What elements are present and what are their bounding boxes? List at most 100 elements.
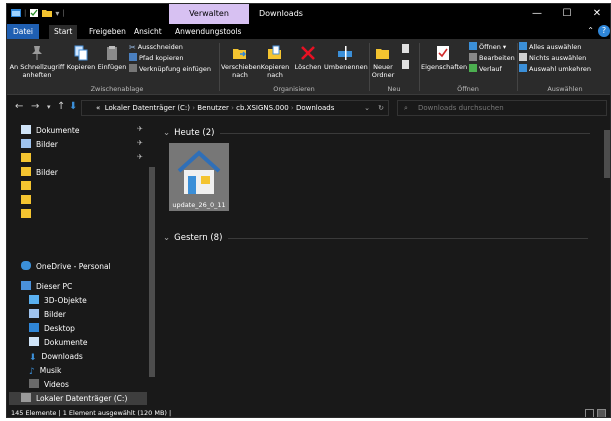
chevron-down-icon[interactable]: ⌄ [163,233,170,243]
search-placeholder: Downloads durchsuchen [418,104,504,112]
properties-icon[interactable] [29,8,39,18]
nav-item-local-disk[interactable]: Lokaler Datenträger (C:) [9,392,147,405]
nav-item-onedrive[interactable]: OneDrive - Personal [21,260,111,273]
nav-item-desktop[interactable]: Desktop [29,322,75,335]
select-all-button[interactable]: Alles auswählen [519,42,581,52]
recent-locations-icon[interactable]: ▾ [47,103,51,111]
nav-item-pictures-folder[interactable]: Bilder [21,166,58,179]
minimize-button[interactable]: — [522,4,552,24]
paste-shortcut-icon [129,64,137,72]
nav-item-folder[interactable] [21,180,36,193]
collapse-ribbon-icon[interactable]: ⌃ [587,26,594,35]
nav-item-documents[interactable]: Dokumente [21,124,79,137]
chevron-down-icon[interactable]: ⌄ [163,128,170,138]
nav-item-videos[interactable]: Videos [29,378,69,391]
breadcrumb-drive[interactable]: Lokaler Datenträger (C:) [105,104,190,112]
tab-view[interactable]: Ansicht [129,25,167,39]
breadcrumb-user[interactable]: cb.XSIGNS.000 [236,104,289,112]
nav-item-folder[interactable] [21,208,36,221]
nav-item-folder[interactable] [21,152,36,165]
pin-icon[interactable]: ✈ [137,125,143,133]
ribbon-separator [419,43,420,91]
maximize-button[interactable]: ☐ [552,4,582,24]
breadcrumb-downloads[interactable]: Downloads [296,104,334,112]
new-folder-button[interactable]: Neuer Ordner [371,45,395,79]
delete-button[interactable]: Löschen [294,45,322,71]
tab-share[interactable]: Freigeben [84,25,131,39]
select-all-icon [519,42,527,50]
scissors-icon: ✂ [129,43,136,52]
back-arrow-icon[interactable]: ← [15,101,23,112]
forward-arrow-icon[interactable]: → [31,101,39,112]
nav-item-pc-documents[interactable]: Dokumente [29,336,87,349]
breadcrumb[interactable]: « Lokaler Datenträger (C:) › Benutzer › … [81,100,389,116]
qat-dropdown-icon[interactable]: ▾ [55,9,59,18]
pin-icon[interactable]: ✈ [137,153,143,161]
select-none-icon [519,53,527,61]
tab-file[interactable]: Datei [7,24,39,39]
easy-access-button[interactable] [399,59,413,73]
content-scrollbar-thumb[interactable] [604,130,610,178]
paste-button[interactable]: Einfügen [97,45,127,71]
nav-item-music[interactable]: ♪ Musik [29,364,61,377]
file-tile[interactable]: update_26_0_11 [169,143,229,211]
move-to-button[interactable]: Verschieben nach [221,45,261,79]
nav-item-label: Dokumente [36,126,80,135]
copy-path-icon [129,53,137,61]
large-icons-view-icon[interactable] [597,409,606,417]
title-bar: | ▾ | Verwalten Downloads — ☐ ✕ [7,4,610,24]
select-none-label: Nichts auswählen [529,54,587,62]
group-header-today[interactable]: ⌄ Heute (2) [163,128,591,138]
drive-icon [21,393,31,402]
context-tab-manage[interactable]: Verwalten [169,4,249,24]
details-view-icon[interactable] [585,409,594,417]
cut-button[interactable]: ✂ Ausschneiden [129,42,183,52]
qat-separator: | [62,9,65,17]
copy-path-button[interactable]: Pfad kopieren [129,53,183,63]
new-folder-icon[interactable] [42,8,53,18]
address-dropdown-icon[interactable]: ⌄ [364,101,370,115]
nav-item-pictures[interactable]: Bilder [21,138,58,151]
nav-item-folder[interactable] [21,194,36,207]
delete-label: Löschen [294,63,322,71]
paste-shortcut-button[interactable]: Verknüpfung einfügen [129,64,211,74]
nav-item-pc-pictures[interactable]: Bilder [29,308,66,321]
ribbon-separator [517,43,518,91]
properties-label: Eigenschaften [421,63,468,71]
nav-item-label: Dieser PC [36,282,73,291]
search-input[interactable]: ⌕ Downloads durchsuchen [397,100,607,116]
move-to-icon [233,49,246,59]
pin-quick-access-button[interactable]: An Schnellzugriff anheften [9,45,65,79]
cloud-icon [21,261,31,270]
file-list: ⌄ Heute (2) update_26_0_11 ⌄ Gestern (8) [157,120,610,408]
new-item-button[interactable] [399,43,413,57]
open-button[interactable]: Öffnen ▾ [469,42,506,52]
nav-scrollbar-thumb[interactable] [149,167,155,377]
nav-scrollbar[interactable] [147,120,157,408]
help-icon[interactable]: ? [598,25,610,37]
properties-button[interactable]: Eigenschaften [421,45,468,71]
pin-icon[interactable]: ✈ [137,139,143,147]
nav-item-this-pc[interactable]: Dieser PC [21,280,72,293]
copy-to-button[interactable]: Kopieren nach [259,45,291,79]
tab-app-tools[interactable]: Anwendungstools [170,25,246,39]
breadcrumb-users[interactable]: Benutzer [197,104,229,112]
group-header-yesterday[interactable]: ⌄ Gestern (8) [163,233,589,243]
group-header-label: Gestern (8) [174,233,223,243]
rename-button[interactable]: Umbenennen [324,45,368,71]
view-toggle [585,409,606,417]
3d-objects-icon [29,295,39,304]
invert-selection-button[interactable]: Auswahl umkehren [519,64,591,74]
select-none-button[interactable]: Nichts auswählen [519,53,586,63]
content-scrollbar[interactable] [602,120,610,408]
nav-item-downloads[interactable]: ⬇ Downloads [29,350,83,363]
close-button[interactable]: ✕ [582,4,610,24]
tab-start[interactable]: Start [49,25,78,39]
refresh-icon[interactable]: ↻ [378,101,384,115]
history-button[interactable]: Verlauf [469,64,502,74]
breadcrumb-overflow[interactable]: « [96,104,100,112]
edit-button[interactable]: Bearbeiten [469,53,515,63]
nav-item-3d-objects[interactable]: 3D-Objekte [29,294,87,307]
copy-button[interactable]: Kopieren [65,45,97,71]
up-arrow-icon[interactable]: ↑ [57,101,65,112]
